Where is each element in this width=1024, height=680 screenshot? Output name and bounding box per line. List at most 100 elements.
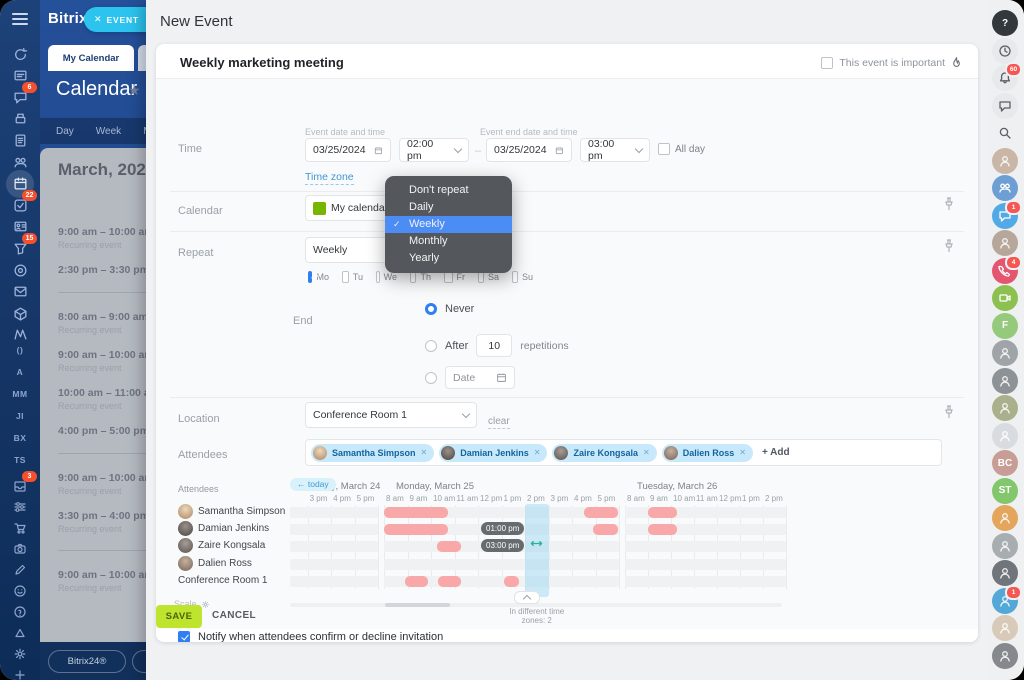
sidebar-icon-sliders[interactable] — [12, 499, 28, 515]
bitrix24-footer-button[interactable]: Bitrix24® — [48, 650, 126, 673]
end-never-option[interactable]: Never — [425, 303, 474, 315]
attendee-chip[interactable]: Samantha Simpson✕ — [311, 444, 434, 462]
date-radio[interactable] — [425, 372, 437, 384]
sidebar-icon-messenger[interactable]: 6 — [12, 89, 28, 105]
user-initials[interactable]: F — [992, 313, 1018, 339]
sidebar-icon-nav-triangle[interactable] — [12, 625, 28, 641]
end-date-input[interactable] — [494, 144, 550, 156]
important-checkbox[interactable] — [821, 57, 833, 69]
weekday-checkbox[interactable] — [376, 271, 380, 283]
end-date-field[interactable] — [486, 138, 572, 162]
group-chat-icon[interactable] — [992, 175, 1018, 201]
sidebar-icon-calendar[interactable] — [12, 176, 28, 192]
sidebar-workspace-bx[interactable]: BX — [0, 433, 40, 443]
sidebar-icon-market[interactable] — [12, 305, 28, 321]
repetitions-input[interactable] — [484, 340, 504, 352]
avatar[interactable] — [992, 368, 1018, 394]
timezone-link[interactable]: Time zone — [305, 167, 354, 185]
avatar[interactable]: 1 — [992, 588, 1018, 614]
search-icon[interactable] — [992, 120, 1018, 146]
notify-checkbox[interactable] — [178, 631, 190, 642]
weekday-checkbox[interactable] — [342, 271, 349, 283]
remove-attendee-icon[interactable]: ✕ — [534, 448, 541, 457]
end-on-date-field[interactable]: Date — [445, 366, 515, 389]
sidebar-workspace-[interactable]: () — [0, 345, 40, 355]
hamburger-menu-icon[interactable] — [12, 13, 28, 25]
avatar[interactable] — [992, 340, 1018, 366]
sidebar-workspace-ts[interactable]: TS — [0, 455, 40, 465]
history-clock-icon[interactable] — [992, 38, 1018, 64]
repetitions-field[interactable] — [476, 334, 512, 357]
sidebar-icon-sync[interactable] — [12, 46, 28, 62]
repeat-option-don-t-repeat[interactable]: Don't repeat — [385, 182, 512, 199]
avatar[interactable] — [992, 423, 1018, 449]
view-tab-week[interactable]: Week — [96, 126, 121, 137]
avatar[interactable] — [992, 395, 1018, 421]
close-icon[interactable]: ✕ — [94, 14, 102, 25]
sidebar-icon-documents[interactable] — [12, 132, 28, 148]
repeat-option-monthly[interactable]: Monthly — [385, 233, 512, 250]
save-button[interactable]: SAVE — [156, 605, 202, 628]
repeat-option-weekly[interactable]: ✓Weekly — [385, 216, 512, 233]
avatar[interactable] — [992, 533, 1018, 559]
sidebar-icon-plus[interactable] — [12, 667, 28, 680]
start-time-select[interactable]: 02:00 pm — [399, 138, 469, 162]
end-time-select[interactable]: 03:00 pm — [580, 138, 650, 162]
weekday-checkbox[interactable] — [308, 271, 312, 283]
drag-handle-icon[interactable] — [530, 537, 543, 555]
user-initials[interactable]: ST — [992, 478, 1018, 504]
start-date-input[interactable] — [313, 144, 369, 156]
avatar[interactable] — [992, 560, 1018, 586]
attendee-chip[interactable]: Damian Jenkins✕ — [439, 444, 547, 462]
sidebar-workspace-ji[interactable]: JI — [0, 411, 40, 421]
sidebar-icon-camera[interactable] — [12, 541, 28, 557]
sidebar-icon-workgroups[interactable] — [12, 154, 28, 170]
cancel-button[interactable]: CANCEL — [212, 610, 256, 621]
helpdesk[interactable]: ? — [992, 10, 1018, 36]
sidebar-icon-gear[interactable] — [12, 646, 28, 662]
sidebar-icon-sites[interactable] — [12, 327, 28, 343]
attendees-input[interactable]: Samantha Simpson✕ Damian Jenkins✕ Zaire Ko… — [305, 439, 942, 466]
sidebar-icon-crm-funnel[interactable]: 15 — [12, 240, 28, 256]
sidebar-icon-live-feed[interactable] — [12, 68, 28, 84]
collapse-button[interactable] — [514, 591, 540, 604]
view-tab-day[interactable]: Day — [56, 126, 74, 137]
today-button[interactable]: ← today — [290, 478, 336, 491]
video-call-icon[interactable] — [992, 285, 1018, 311]
all-day-checkbox[interactable] — [658, 143, 670, 155]
pin-icon[interactable] — [944, 239, 954, 253]
end-after-option[interactable]: After repetitions — [425, 334, 569, 357]
avatar[interactable] — [992, 615, 1018, 641]
sidebar-workspace-mm[interactable]: MM — [0, 389, 40, 399]
sidebar-icon-contacts[interactable] — [12, 219, 28, 235]
sidebar-icon-pencil[interactable] — [12, 562, 28, 578]
weekday-mo[interactable]: Mo — [308, 271, 329, 283]
add-attendee-link[interactable]: + Add — [762, 447, 790, 458]
sidebar-icon-tasks[interactable]: 22 — [12, 197, 28, 213]
messenger-channel-icon[interactable]: 1 — [992, 203, 1018, 229]
sidebar-icon-smile[interactable] — [12, 583, 28, 599]
tab-my-calendar[interactable]: My Calendar — [48, 45, 134, 71]
user-initials[interactable]: BC — [992, 450, 1018, 476]
repeat-option-daily[interactable]: Daily — [385, 199, 512, 216]
attendee-chip[interactable]: Dalien Ross✕ — [662, 444, 753, 462]
weekday-checkbox[interactable] — [512, 271, 518, 283]
chat-search-icon[interactable] — [992, 93, 1018, 119]
favorite-star-icon[interactable]: ★ — [128, 82, 141, 99]
start-date-field[interactable] — [305, 138, 391, 162]
after-radio[interactable] — [425, 340, 437, 352]
location-select[interactable]: Conference Room 1 — [305, 402, 477, 428]
avatar[interactable] — [992, 148, 1018, 174]
event-name[interactable]: Weekly marketing meeting — [180, 55, 344, 70]
remove-attendee-icon[interactable]: ✕ — [421, 448, 428, 457]
pin-icon[interactable] — [944, 197, 954, 211]
sidebar-icon-inbox[interactable]: 3 — [12, 478, 28, 494]
attendee-chip[interactable]: Zaire Kongsala✕ — [552, 444, 656, 462]
remove-attendee-icon[interactable]: ✕ — [739, 448, 746, 457]
weekday-su[interactable]: Su — [512, 271, 533, 283]
avatar[interactable] — [992, 505, 1018, 531]
sidebar-icon-printer[interactable] — [12, 111, 28, 127]
sidebar-icon-cart[interactable] — [12, 520, 28, 536]
weekday-tu[interactable]: Tu — [342, 271, 363, 283]
sidebar-icon-mail[interactable] — [12, 284, 28, 300]
